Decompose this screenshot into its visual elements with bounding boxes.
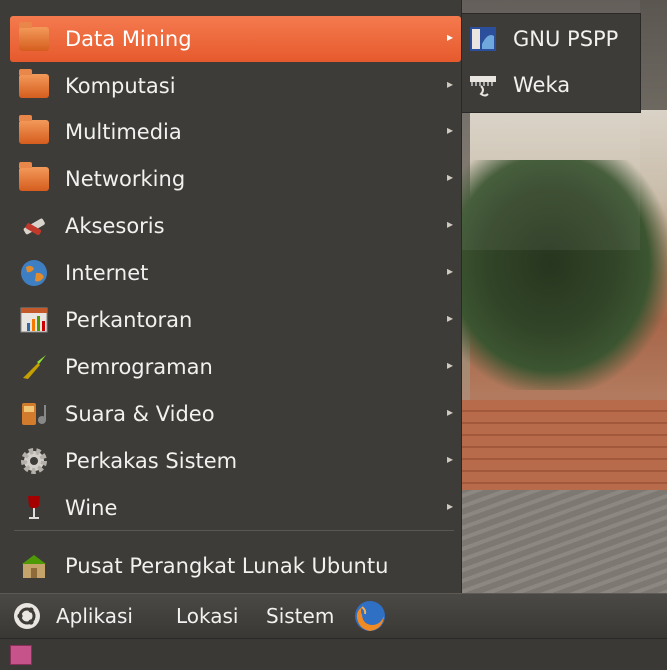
show-desktop-icon[interactable] (10, 645, 32, 665)
submenu-arrow-icon: ▸ (446, 123, 453, 137)
weka-icon (467, 69, 499, 101)
menu-item-label: Wine (65, 496, 118, 520)
submenu-arrow-icon: ▸ (446, 217, 453, 231)
folder-icon (18, 162, 50, 195)
menu-item-label: Pemrograman (65, 355, 213, 379)
submenu-arrow-icon: ▸ (446, 30, 453, 44)
folder-icon (18, 115, 50, 148)
system-label: Sistem (266, 604, 335, 628)
menu-item-label: Perkantoran (65, 308, 193, 332)
menu-item-label: Aksesoris (65, 214, 165, 238)
ubuntu-logo-icon (10, 599, 44, 633)
accessories-icon (18, 210, 50, 242)
menu-item-label: Perkakas Sistem (65, 449, 238, 473)
firefox-icon (352, 598, 388, 634)
firefox-launcher[interactable] (352, 594, 388, 638)
menu-item-perkakas-sistem[interactable]: Perkakas Sistem ▸ (10, 438, 461, 484)
menu-item-label: Multimedia (65, 120, 182, 144)
menu-item-networking[interactable]: Networking ▸ (10, 156, 461, 202)
gnome-panel: Aplikasi Lokasi Sistem (0, 593, 667, 638)
submenu-arrow-icon: ▸ (446, 358, 453, 372)
menu-item-data-mining[interactable]: Data Mining ▸ (10, 16, 461, 62)
menu-item-suara-video[interactable]: Suara & Video ▸ (10, 391, 461, 437)
menu-item-software-center[interactable]: Pusat Perangkat Lunak Ubuntu (10, 543, 461, 589)
menu-item-label: Internet (65, 261, 149, 285)
menu-item-label: Pusat Perangkat Lunak Ubuntu (65, 554, 389, 578)
submenu-arrow-icon: ▸ (446, 264, 453, 278)
software-center-icon (18, 550, 50, 582)
system-menu-button[interactable]: Sistem (266, 594, 334, 638)
menu-item-label: Komputasi (65, 74, 176, 98)
office-chart-icon (18, 304, 50, 336)
menu-item-pemrograman[interactable]: Pemrograman ▸ (10, 344, 461, 390)
menu-item-label: Data Mining (65, 27, 192, 51)
menu-item-perkantoran[interactable]: Perkantoran ▸ (10, 297, 461, 343)
menu-item-wine[interactable]: Wine ▸ (10, 485, 461, 531)
places-label: Lokasi (176, 604, 239, 628)
submenu-arrow-icon: ▸ (446, 405, 453, 419)
menu-item-aksesoris[interactable]: Aksesoris ▸ (10, 203, 461, 249)
menu-item-internet[interactable]: Internet ▸ (10, 250, 461, 296)
menu-item-komputasi[interactable]: Komputasi ▸ (10, 63, 461, 109)
menu-item-label: Suara & Video (65, 402, 215, 426)
menu-separator (14, 530, 454, 531)
submenu-arrow-icon: ▸ (446, 452, 453, 466)
wallpaper-pavement (455, 490, 667, 600)
applications-menu-button[interactable]: Aplikasi (10, 594, 133, 638)
folder-icon (18, 69, 50, 102)
wine-glass-icon (18, 492, 50, 524)
folder-icon (18, 22, 50, 55)
trowel-icon (18, 351, 50, 383)
applications-label: Aplikasi (56, 604, 133, 628)
submenu-arrow-icon: ▸ (446, 499, 453, 513)
wallpaper-brick-wall (455, 400, 667, 490)
gear-icon (18, 445, 50, 477)
bottom-panel (0, 638, 667, 670)
media-icon (18, 398, 50, 430)
applications-menu: Data Mining ▸ Komputasi ▸ Multimedia ▸ N… (0, 0, 462, 593)
submenu-item-gnu-pspp[interactable]: GNU PSPP (462, 16, 640, 62)
submenu-item-label: Weka (513, 73, 571, 97)
menu-item-multimedia[interactable]: Multimedia ▸ (10, 109, 461, 155)
submenu-arrow-icon: ▸ (446, 77, 453, 91)
submenu-item-label: GNU PSPP (513, 27, 619, 51)
menu-item-label: Networking (65, 167, 186, 191)
places-menu-button[interactable]: Lokasi (176, 594, 239, 638)
data-mining-submenu: GNU PSPP Weka (461, 13, 641, 113)
submenu-arrow-icon: ▸ (446, 311, 453, 325)
pspp-icon (467, 23, 499, 55)
submenu-arrow-icon: ▸ (446, 170, 453, 184)
submenu-item-weka[interactable]: Weka (462, 62, 640, 108)
globe-icon (18, 257, 50, 289)
